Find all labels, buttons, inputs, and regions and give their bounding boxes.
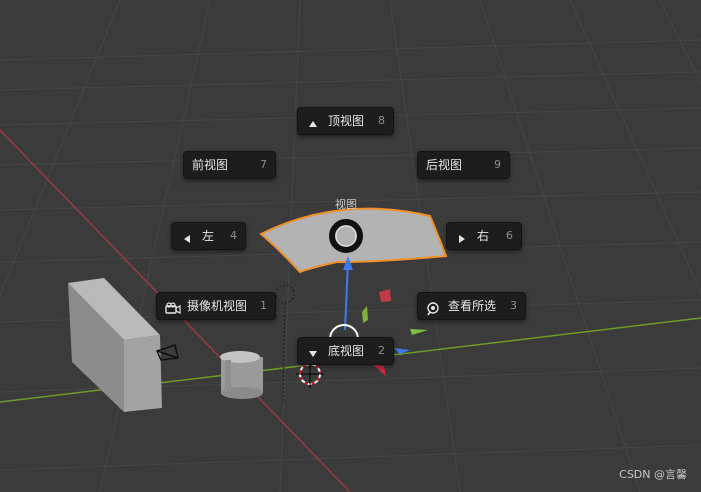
pie-menu-title: 视图 bbox=[335, 198, 357, 211]
left-view-button[interactable]: 左 4 bbox=[171, 222, 246, 250]
view-selected-button[interactable]: 查看所选 3 bbox=[417, 292, 526, 320]
triangle-up-icon bbox=[306, 114, 320, 128]
bottom-view-button[interactable]: 底视图 2 bbox=[297, 337, 394, 365]
front-view-label: 前视图 bbox=[192, 158, 229, 172]
gizmo-y-handle-icon[interactable] bbox=[362, 306, 368, 323]
cylinder-object[interactable] bbox=[220, 351, 263, 399]
back-view-button[interactable]: 后视图 9 bbox=[417, 151, 510, 179]
light-object[interactable] bbox=[275, 284, 295, 403]
left-view-shortcut: 4 bbox=[230, 229, 237, 242]
right-view-button[interactable]: 右 6 bbox=[446, 222, 522, 250]
zoom-selected-icon bbox=[426, 299, 440, 316]
triangle-right-icon bbox=[455, 229, 469, 243]
view-selected-shortcut: 3 bbox=[510, 299, 517, 312]
gizmo-y-arrow-icon[interactable] bbox=[410, 329, 428, 335]
back-view-shortcut: 9 bbox=[494, 158, 501, 171]
gizmo-x-arrow-icon[interactable] bbox=[372, 364, 386, 376]
view-selected-label: 查看所选 bbox=[448, 299, 497, 313]
curved-surface-object[interactable] bbox=[259, 207, 448, 274]
camera-view-button[interactable]: 摄像机视图 1 bbox=[156, 292, 276, 320]
top-view-label: 顶视图 bbox=[328, 114, 365, 128]
left-view-label: 左 bbox=[202, 229, 215, 243]
camera-view-shortcut: 1 bbox=[260, 299, 267, 312]
camera-icon bbox=[165, 299, 181, 314]
top-view-button[interactable]: 顶视图 8 bbox=[297, 107, 394, 135]
triangle-left-icon bbox=[180, 229, 194, 243]
bottom-view-label: 底视图 bbox=[328, 344, 365, 358]
bottom-view-shortcut: 2 bbox=[378, 344, 385, 357]
watermark: CSDN @言馨 bbox=[619, 468, 687, 481]
front-view-button[interactable]: 前视图 7 bbox=[183, 151, 276, 179]
right-view-shortcut: 6 bbox=[506, 229, 513, 242]
3d-viewport[interactable] bbox=[0, 0, 701, 492]
front-view-shortcut: 7 bbox=[260, 158, 267, 171]
top-view-shortcut: 8 bbox=[378, 114, 385, 127]
back-view-label: 后视图 bbox=[426, 158, 463, 172]
camera-view-label: 摄像机视图 bbox=[187, 299, 248, 313]
gizmo-x-handle-icon[interactable] bbox=[379, 289, 391, 302]
triangle-down-icon bbox=[306, 344, 320, 358]
right-view-label: 右 bbox=[477, 229, 490, 243]
gizmo-z-line bbox=[344, 261, 349, 331]
